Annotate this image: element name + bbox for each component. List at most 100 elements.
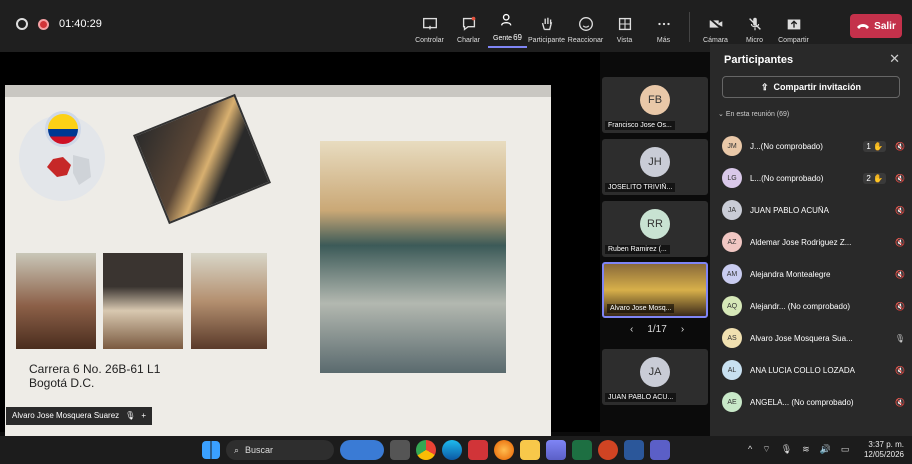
participant-name: JUAN PABLO ACUÑA <box>750 205 829 215</box>
word-icon[interactable] <box>624 440 644 460</box>
taskbar-apps: ⌕ Buscar <box>202 440 670 460</box>
clock-time: 3:37 p. m. <box>868 440 904 449</box>
widgets-icon[interactable] <box>340 440 384 460</box>
powerpoint-icon[interactable] <box>598 440 618 460</box>
react-button[interactable]: Reaccionar <box>566 6 605 48</box>
grid-icon <box>618 17 631 31</box>
excel-icon[interactable] <box>572 440 592 460</box>
file-explorer-icon[interactable] <box>520 440 540 460</box>
mic-off-icon: 🔇 <box>895 365 905 375</box>
cafe-interior-photo <box>320 141 506 373</box>
share-screen-icon <box>422 17 437 30</box>
taskbar-search[interactable]: ⌕ Buscar <box>226 440 334 460</box>
raised-hand-badge: 1 ✋ <box>863 140 886 152</box>
network-icon[interactable]: ⌔ <box>762 444 770 455</box>
wifi-icon[interactable]: ≋ <box>802 444 810 455</box>
avatar: AZ <box>722 232 742 252</box>
list-item[interactable]: AL ANA LUCIA COLLO LOZADA 🔇 <box>722 354 906 386</box>
share-invite-button[interactable]: ⇪ Compartir invitación <box>722 76 900 98</box>
list-item[interactable]: JM J...(No comprobado) 1 ✋ 🔇 <box>722 130 906 162</box>
mic-button[interactable]: Micro <box>735 6 774 48</box>
participant-tile[interactable]: RR Ruben Ramirez (... <box>602 201 708 257</box>
raise-hand-button[interactable]: Participante <box>527 6 566 48</box>
people-count: 69 <box>513 33 522 42</box>
mic-off-icon: 🔇 <box>895 205 905 215</box>
battery-icon[interactable]: ▭ <box>841 444 850 455</box>
more-button[interactable]: Más <box>644 6 683 48</box>
leave-button[interactable]: Salir <box>850 14 902 38</box>
raised-hand-badge: 2 ✋ <box>863 172 886 184</box>
view-button[interactable]: Vista <box>605 6 644 48</box>
phone-hangup-icon <box>857 24 870 29</box>
avatar: AS <box>722 328 742 348</box>
camera-off-icon <box>708 17 723 31</box>
participant-tile[interactable]: JH JOSELITO TRIVIÑ... <box>602 139 708 195</box>
avatar: JA <box>640 357 670 387</box>
list-item[interactable]: AE ANGELA... (No comprobado) 🔇 <box>722 386 906 418</box>
windows-taskbar: ⌕ Buscar ^ ⌔ 🎙 ≋ 🔊 ▭ 3:37 p. m. 12/05/20… <box>0 436 912 464</box>
presenter-label: Alvaro Jose Mosquera Suarez 🎙 + <box>6 407 152 425</box>
volume-icon[interactable]: 🔊 <box>820 444 831 455</box>
app-icon[interactable] <box>468 440 488 460</box>
windows-start-icon[interactable] <box>202 441 220 459</box>
list-item[interactable]: AZ Aldemar Jose Rodriguez Z... 🔇 <box>722 226 906 258</box>
list-item[interactable]: AM Alejandra Montealegre 🔇 <box>722 258 906 290</box>
list-item[interactable]: AQ Alejandr... (No comprobado) 🔇 <box>722 290 906 322</box>
share-button[interactable]: Compartir <box>774 6 813 48</box>
prev-page-icon[interactable]: ‹ <box>630 324 633 335</box>
next-page-icon[interactable]: › <box>681 324 684 335</box>
clock-date: 12/05/2026 <box>863 450 904 459</box>
mic-on-icon: 🎙 <box>894 333 906 343</box>
camera-button[interactable]: Cámara <box>696 6 735 48</box>
edge-icon[interactable] <box>442 440 462 460</box>
tile-name: Alvaro Jose Mosq... <box>607 304 675 313</box>
tile-pager: ‹ 1/17 › <box>630 324 684 335</box>
participant-tile[interactable]: JA JUAN PABLO ACU... <box>602 349 708 405</box>
chat-button[interactable]: Charlar <box>449 6 488 48</box>
control-button[interactable]: Controlar <box>410 6 449 48</box>
share-icon: ⇪ <box>760 81 769 92</box>
mic-icon: 🎙 <box>125 411 136 420</box>
close-icon[interactable]: ✕ <box>889 51 900 67</box>
list-item[interactable]: LG L...(No comprobado) 2 ✋ 🔇 <box>722 162 906 194</box>
firefox-icon[interactable] <box>494 440 514 460</box>
mic-tray-icon[interactable]: 🎙 <box>781 444 792 455</box>
people-icon <box>500 13 511 26</box>
tile-name: JUAN PABLO ACU... <box>605 393 677 402</box>
list-item[interactable]: AS Alvaro Jose Mosquera Sua... 🎙 <box>722 322 906 354</box>
participant-name: ANGELA... (No comprobado) <box>750 397 854 407</box>
in-meeting-section[interactable]: ⌄ En esta reunión (69) <box>718 110 789 118</box>
participant-name: Alvaro Jose Mosquera Sua... <box>750 333 853 343</box>
mic-off-icon: 🔇 <box>895 269 905 279</box>
tile-name: Francisco Jose Os... <box>605 121 675 130</box>
avatar: LG <box>722 168 742 188</box>
chevron-up-icon[interactable]: ^ <box>748 444 752 455</box>
recording-icon <box>38 18 49 30</box>
hand-icon <box>541 17 552 31</box>
expand-icon[interactable]: + <box>141 411 146 421</box>
address-line-2: Bogotá D.C. <box>29 376 95 390</box>
storefront-photo <box>133 93 271 225</box>
taskbar-clock[interactable]: 3:37 p. m. 12/05/2026 <box>864 440 904 460</box>
colombia-flag-pin <box>45 111 81 147</box>
mic-off-icon: 🔇 <box>895 237 905 247</box>
chat-icon <box>462 16 475 31</box>
avatar: RR <box>640 209 670 239</box>
app-icon[interactable] <box>546 440 566 460</box>
participant-tile[interactable]: FB Francisco Jose Os... <box>602 77 708 133</box>
participant-name: Alejandra Montealegre <box>750 269 831 279</box>
cake-photo <box>16 253 96 349</box>
list-item[interactable]: JA JUAN PABLO ACUÑA 🔇 <box>722 194 906 226</box>
system-tray: ^ ⌔ 🎙 ≋ 🔊 ▭ <box>748 444 849 455</box>
avatar: AE <box>722 392 742 412</box>
circle-icon <box>16 18 28 30</box>
task-view-icon[interactable] <box>390 440 410 460</box>
teams-icon[interactable] <box>650 440 670 460</box>
avatar: AM <box>722 264 742 284</box>
people-button[interactable]: Gente69 <box>488 6 527 48</box>
chrome-icon[interactable] <box>416 440 436 460</box>
avatar: JA <box>722 200 742 220</box>
tile-name: Ruben Ramirez (... <box>605 245 670 254</box>
active-speaker-tile[interactable]: Alvaro Jose Mosq... <box>602 262 708 318</box>
participant-list: JM J...(No comprobado) 1 ✋ 🔇 LG L...(No … <box>722 130 906 418</box>
